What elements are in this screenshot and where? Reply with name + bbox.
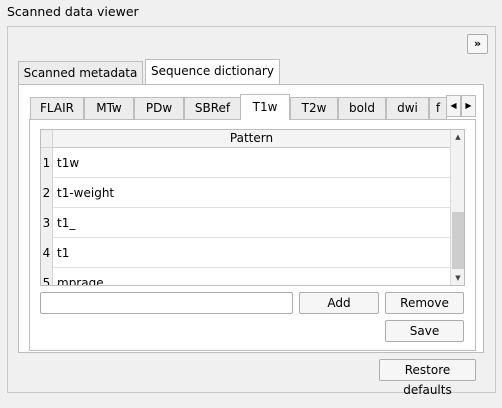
pattern-cell[interactable]: t1w	[57, 148, 79, 178]
seq-tab-bold[interactable]: bold	[338, 97, 386, 119]
chevron-right-icon: ▶	[465, 101, 472, 110]
restore-defaults-button[interactable]: Restore defaults	[379, 359, 476, 397]
table-row[interactable]: 1 t1w	[41, 148, 450, 178]
pattern-cell[interactable]: t1_	[57, 208, 75, 238]
seq-tab-mtw[interactable]: MTw	[84, 97, 134, 119]
seq-tab-t2w[interactable]: T2w	[290, 97, 338, 119]
save-button[interactable]: Save	[385, 320, 464, 342]
row-number: 1	[41, 148, 53, 178]
row-number: 4	[41, 238, 53, 268]
seq-tab-dwi[interactable]: dwi	[386, 97, 429, 119]
table-row[interactable]: 4 t1	[41, 238, 450, 268]
table-corner	[41, 130, 53, 148]
seq-tab-t1w[interactable]: T1w	[240, 94, 290, 120]
tab-sequence-dictionary[interactable]: Sequence dictionary	[145, 59, 280, 84]
pattern-input[interactable]	[40, 292, 293, 314]
seq-tab-pdw[interactable]: PDw	[134, 97, 184, 119]
tab-scanned-metadata[interactable]: Scanned metadata	[18, 61, 143, 85]
seq-tab-sbref[interactable]: SBRef	[184, 97, 241, 119]
row-number: 3	[41, 208, 53, 238]
table-row[interactable]: 5 mprage	[41, 268, 450, 285]
expand-button[interactable]: »	[467, 34, 488, 54]
scrollbar-thumb[interactable]	[452, 212, 464, 269]
scroll-down-icon[interactable]: ▼	[451, 271, 464, 285]
column-header-pattern[interactable]: Pattern	[53, 130, 450, 148]
add-button[interactable]: Add	[299, 292, 379, 314]
seq-tab-f[interactable]: f	[429, 97, 447, 119]
row-number: 5	[41, 268, 53, 285]
seq-tab-flair[interactable]: FLAIR	[30, 97, 84, 119]
tabs-scroll-left-button[interactable]: ◀	[446, 95, 461, 117]
pattern-cell[interactable]: t1-weight	[57, 178, 114, 208]
table-row[interactable]: 2 t1-weight	[41, 178, 450, 208]
row-number: 2	[41, 178, 53, 208]
pattern-cell[interactable]: mprage	[57, 268, 104, 285]
window-title: Scanned data viewer	[7, 4, 139, 19]
scroll-up-icon[interactable]: ▲	[451, 130, 464, 144]
remove-button[interactable]: Remove	[385, 292, 464, 314]
chevron-left-icon: ◀	[450, 101, 457, 110]
tabs-scroll-right-button[interactable]: ▶	[461, 95, 476, 117]
table-row[interactable]: 3 t1_	[41, 208, 450, 238]
pattern-table: Pattern 1 t1w 2 t1-weight 3 t1_ 4 t1 5 m…	[40, 129, 465, 286]
table-vertical-scrollbar[interactable]: ▲ ▼	[450, 130, 464, 285]
pattern-cell[interactable]: t1	[57, 238, 69, 268]
